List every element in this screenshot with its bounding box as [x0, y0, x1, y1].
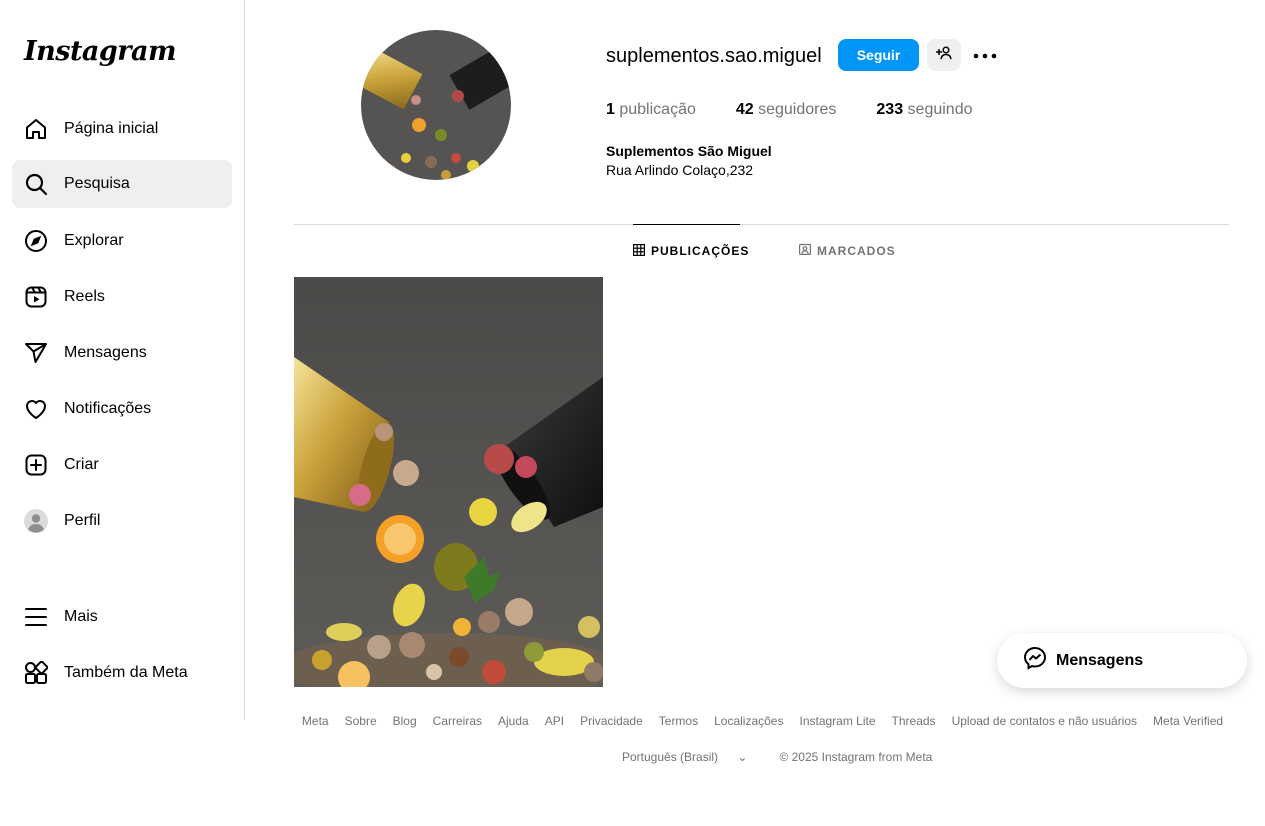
heart-icon: [24, 397, 48, 421]
messages-floating-button[interactable]: Mensagens: [997, 633, 1247, 688]
home-icon: [24, 117, 48, 141]
chevron-down-icon: ⌄: [737, 750, 748, 764]
sidebar-item-search[interactable]: Pesquisa: [12, 160, 232, 208]
post-thumbnail[interactable]: [294, 277, 603, 687]
compass-icon: [24, 229, 48, 253]
footer-link[interactable]: Carreiras: [433, 714, 482, 728]
footer-link[interactable]: Privacidade: [580, 714, 643, 728]
add-person-icon: [936, 45, 952, 66]
reels-icon: [24, 285, 48, 309]
footer-link[interactable]: Blog: [393, 714, 417, 728]
posts-count: 1 publicação: [606, 101, 696, 118]
footer-link[interactable]: Localizações: [714, 714, 783, 728]
sidebar-item-messages[interactable]: Mensagens: [12, 329, 232, 377]
messenger-icon: [1023, 646, 1047, 675]
footer-link[interactable]: Instagram Lite: [799, 714, 875, 728]
sidebar-item-label: Reels: [64, 288, 105, 305]
profile-bio: Rua Arlindo Colaço,232: [606, 162, 754, 178]
footer-links: Meta Sobre Blog Carreiras Ajuda API Priv…: [0, 714, 1265, 728]
ellipsis-icon: [973, 46, 997, 64]
profile-full-name: Suplementos São Miguel: [606, 143, 772, 159]
send-icon: [24, 341, 48, 365]
tab-posts[interactable]: PUBLICAÇÕES: [633, 224, 748, 277]
tagged-icon: [799, 243, 817, 258]
sidebar-item-label: Página inicial: [64, 120, 159, 137]
sidebar-item-create[interactable]: Criar: [12, 441, 232, 489]
tab-tagged-label: MARCADOS: [817, 243, 896, 258]
avatar-icon: [24, 509, 48, 533]
footer-link[interactable]: Termos: [659, 714, 698, 728]
footer-link[interactable]: Meta: [302, 714, 329, 728]
followers-count[interactable]: 42 seguidores: [736, 101, 837, 119]
messages-floating-label: Mensagens: [1056, 651, 1144, 669]
profile-username: suplementos.sao.miguel: [606, 45, 822, 67]
sidebar-item-more[interactable]: Mais: [12, 593, 232, 641]
sidebar-item-label: Também da Meta: [64, 664, 188, 681]
sidebar-item-profile[interactable]: Perfil: [12, 497, 232, 545]
suggested-users-button[interactable]: [927, 39, 961, 71]
sidebar-item-home[interactable]: Página inicial: [12, 105, 232, 153]
sidebar-item-notifications[interactable]: Notificações: [12, 385, 232, 433]
sidebar-item-label: Perfil: [64, 512, 101, 529]
menu-icon: [24, 605, 48, 629]
meta-apps-icon: [24, 661, 48, 685]
language-select[interactable]: Português (Brasil) ⌄: [622, 750, 763, 764]
more-options-button[interactable]: [970, 41, 1000, 69]
sidebar-item-label: Explorar: [64, 232, 124, 249]
footer-bottom: Português (Brasil) ⌄ © 2025 Instagram fr…: [622, 750, 948, 764]
follow-button[interactable]: Seguir: [838, 39, 919, 71]
footer-link[interactable]: Threads: [892, 714, 936, 728]
grid-icon: [633, 243, 651, 259]
footer-link[interactable]: API: [545, 714, 564, 728]
footer-link[interactable]: Meta Verified: [1153, 714, 1223, 728]
tabs-divider: [294, 224, 1229, 225]
profile-avatar[interactable]: [361, 30, 511, 180]
copyright: © 2025 Instagram from Meta: [779, 750, 933, 764]
search-icon: [24, 172, 48, 196]
profile-stats: 1 publicação 42 seguidores 233 seguindo: [606, 101, 1013, 119]
sidebar-item-label: Pesquisa: [64, 175, 130, 192]
following-count[interactable]: 233 seguindo: [876, 101, 972, 119]
tab-tagged[interactable]: MARCADOS: [799, 224, 896, 277]
plus-square-icon: [24, 453, 48, 477]
sidebar-item-explore[interactable]: Explorar: [12, 217, 232, 265]
sidebar-item-label: Criar: [64, 456, 99, 473]
tab-posts-label: PUBLICAÇÕES: [651, 244, 750, 258]
sidebar-item-reels[interactable]: Reels: [12, 273, 232, 321]
sidebar-item-label: Mensagens: [64, 344, 147, 361]
footer-link[interactable]: Upload de contatos e não usuários: [952, 714, 1137, 728]
instagram-logo[interactable]: Instagram: [24, 36, 177, 67]
footer-link[interactable]: Ajuda: [498, 714, 529, 728]
sidebar: Instagram Página inicial Pesquisa Explor…: [0, 0, 245, 720]
sidebar-item-also-from-meta[interactable]: Também da Meta: [12, 649, 232, 697]
sidebar-item-label: Notificações: [64, 400, 152, 417]
sidebar-item-label: Mais: [64, 608, 98, 625]
footer-link[interactable]: Sobre: [345, 714, 377, 728]
